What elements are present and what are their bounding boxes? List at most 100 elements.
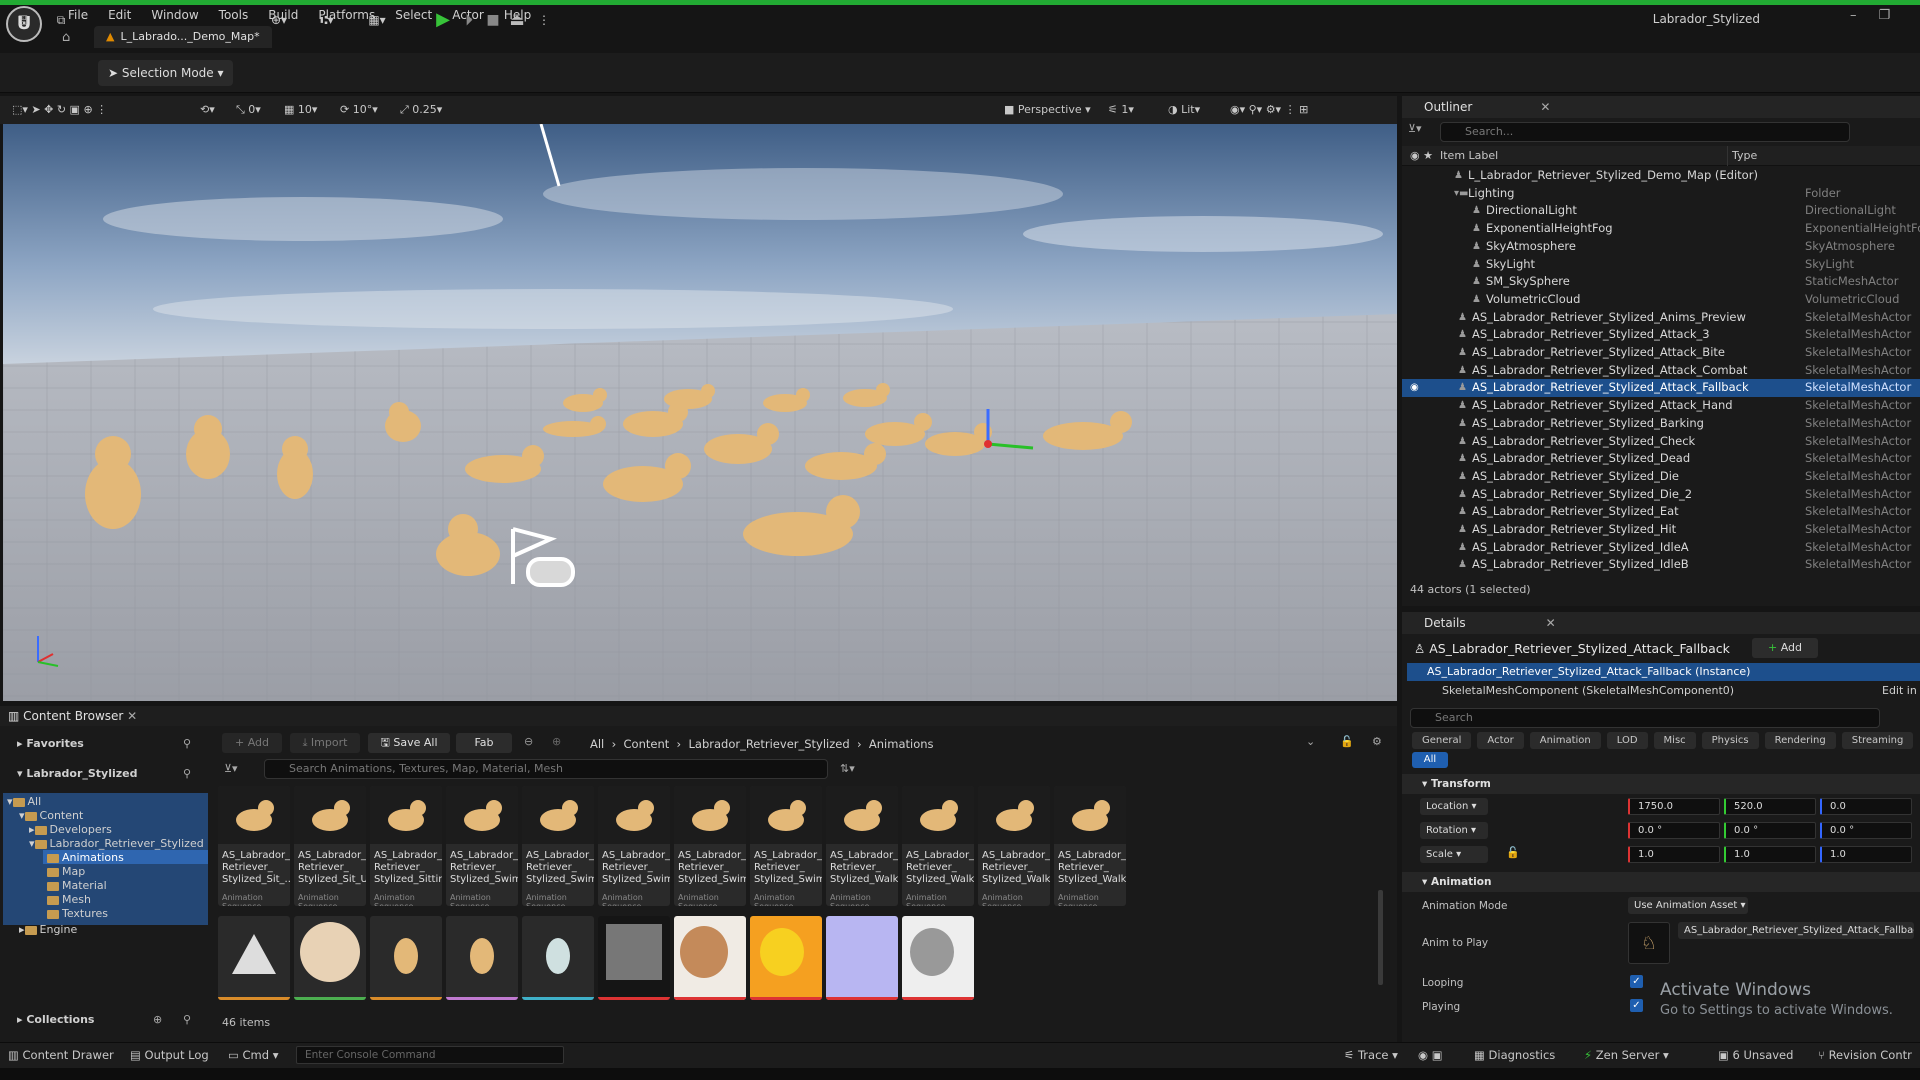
asset-tile[interactable] — [750, 916, 822, 1000]
tab-misc[interactable]: Misc — [1653, 732, 1696, 749]
anim-thumbnail[interactable]: ♘ — [1628, 922, 1670, 964]
tab-general[interactable]: General — [1412, 732, 1472, 749]
maximize-icon[interactable]: ❐ — [1879, 8, 1891, 23]
asset-tile[interactable]: AS_Labrador_Retriever_Stylized_Swim_...A… — [674, 786, 746, 906]
rotation-dropdown[interactable]: Rotation ▾ — [1420, 822, 1488, 839]
cmd-dropdown[interactable]: ▭ Cmd ▾ — [228, 1048, 279, 1062]
details-search-input[interactable]: Search — [1410, 708, 1880, 728]
level-viewport[interactable] — [3, 124, 1397, 701]
outliner-row[interactable]: ♟ ExponentialHeightFog ExponentialHeightFo… — [1402, 220, 1920, 238]
outliner-row[interactable]: ♟ AS_Labrador_Retriever_Stylized_Attack_3… — [1402, 326, 1920, 344]
search-icon[interactable]: ⚲ — [183, 737, 191, 750]
record-icons[interactable]: ◉ ▣ — [1418, 1048, 1443, 1062]
surface-snap-icon[interactable]: ⟲▾ — [200, 100, 215, 120]
tree-item-mesh[interactable]: Mesh — [47, 893, 91, 906]
location-x-field[interactable]: 1750.0 — [1628, 798, 1720, 815]
outliner-row[interactable]: ♟ AS_Labrador_Retriever_Stylized_Dead Skel… — [1402, 450, 1920, 468]
outliner-row[interactable]: ♟ SkyLight SkyLight — [1402, 256, 1920, 274]
breadcrumb-dropdown-icon[interactable]: ⌄ — [1306, 735, 1315, 748]
history-forward-icon[interactable]: ⊕ — [552, 735, 561, 748]
selection-mode-dropdown[interactable]: ➤ Selection Mode ▾ — [98, 60, 233, 86]
trace-dropdown[interactable]: ⚟ Trace ▾ — [1344, 1048, 1398, 1062]
asset-tile[interactable]: AS_Labrador_Retriever_Stylized_Sit_UP Ani… — [294, 786, 366, 906]
transform-section-header[interactable]: ▾ Transform — [1402, 774, 1920, 794]
outliner-row[interactable]: ♟ AS_Labrador_Retriever_Stylized_Die Skele… — [1402, 468, 1920, 486]
close-icon[interactable]: ✕ — [127, 709, 137, 723]
menu-window[interactable]: Window — [141, 8, 208, 22]
outliner-row[interactable]: ♟ ◉ AS_Labrador_Retriever_Stylized_Attack_… — [1402, 379, 1920, 398]
outliner-row[interactable]: ♟ SM_SkySphere StaticMeshActor — [1402, 273, 1920, 291]
outliner-row[interactable]: ♟ SkyAtmosphere SkyAtmosphere — [1402, 238, 1920, 256]
breadcrumb-labrador[interactable]: Labrador_Retriever_Stylized — [688, 737, 849, 751]
playing-checkbox[interactable]: ✓ — [1630, 999, 1643, 1012]
asset-tile[interactable]: AS_Labrador_Retriever_Stylized_Swim_...A… — [522, 786, 594, 906]
location-z-field[interactable]: 0.0 — [1820, 798, 1912, 815]
outliner-row[interactable]: ♟ VolumetricCloud VolumetricCloud — [1402, 291, 1920, 309]
minimize-icon[interactable]: – — [1850, 8, 1857, 23]
tab-streaming[interactable]: Streaming — [1841, 732, 1914, 749]
tree-item-labrador-retriever-stylized[interactable]: ▾ Labrador_Retriever_Stylized — [29, 837, 204, 850]
content-browser-tab[interactable]: ▥ Content Browser ✕ — [8, 709, 137, 723]
outliner-search-input[interactable]: Search... — [1440, 122, 1850, 142]
scale-y-field[interactable]: 1.0 — [1724, 846, 1816, 863]
asset-tile[interactable] — [294, 916, 366, 1000]
visibility-icon[interactable]: ◉ ★ — [1410, 146, 1433, 166]
component-tree-item[interactable]: SkeletalMeshComponent (SkeletalMeshCompo… — [1442, 682, 1734, 700]
lock-icon[interactable]: 🔓 — [1340, 735, 1354, 748]
tab-all[interactable]: All — [1412, 752, 1448, 768]
rotate-snap-toggle[interactable]: ⟳ 10°▾ — [340, 100, 378, 120]
grid-snap-toggle[interactable]: ▦ 10▾ — [284, 100, 317, 120]
asset-tile[interactable]: AS_Labrador_Retriever_Stylized_Walk_...A… — [1054, 786, 1126, 906]
tree-item-developers[interactable]: ▸ Developers — [29, 823, 112, 836]
asset-tile[interactable]: AS_Labrador_ Retriever_ Stylized_Sit_... An… — [218, 786, 290, 906]
content-drawer-button[interactable]: ▥ Content Drawer — [8, 1048, 114, 1062]
asset-tile[interactable] — [446, 916, 518, 1000]
tree-item-animations[interactable]: Animations — [47, 851, 124, 864]
cinematics-icon[interactable]: ▦▾ — [360, 7, 394, 33]
play-icon[interactable]: ▶ — [432, 7, 454, 33]
perspective-dropdown[interactable]: ■ Perspective ▾ — [1004, 100, 1091, 120]
component-tree-instance[interactable]: AS_Labrador_Retriever_Stylized_Attack_Fa… — [1407, 663, 1920, 681]
asset-tile[interactable]: AS_Labrador_Retriever_Stylized_Sitting An… — [370, 786, 442, 906]
rotation-x-field[interactable]: 0.0 ° — [1628, 822, 1720, 839]
tree-item-material[interactable]: Material — [47, 879, 107, 892]
outliner-row[interactable]: ♟ AS_Labrador_Retriever_Stylized_Die_2 Ske… — [1402, 486, 1920, 504]
rotation-y-field[interactable]: 0.0 ° — [1724, 822, 1816, 839]
zen-server-dropdown[interactable]: ⚡ Zen Server ▾ — [1584, 1048, 1669, 1062]
console-command-input[interactable]: Enter Console Command — [296, 1046, 564, 1064]
tab-lod[interactable]: LOD — [1606, 732, 1648, 749]
edit-in-link[interactable]: Edit in — [1882, 682, 1917, 700]
outliner-row[interactable]: ♟ AS_Labrador_Retriever_Stylized_Barking S… — [1402, 415, 1920, 433]
camera-speed-dropdown[interactable]: ⚟ 1▾ — [1108, 100, 1134, 120]
outliner-row[interactable]: ♟ AS_Labrador_Retriever_Stylized_Hit Skele… — [1402, 521, 1920, 539]
more-options-icon[interactable]: ⋮ — [538, 7, 550, 33]
location-dropdown[interactable]: Location ▾ — [1420, 798, 1488, 815]
asset-tile[interactable]: AS_Labrador_Retriever_Stylized_Walk_...A… — [978, 786, 1050, 906]
outliner-row[interactable]: ♟ AS_Labrador_Retriever_Stylized_Attack_C… — [1402, 362, 1920, 380]
asset-tile[interactable] — [902, 916, 974, 1000]
add-component-button[interactable]: + Add — [1752, 638, 1818, 658]
eject-icon[interactable]: ⏏ — [506, 7, 528, 33]
diagnostics-button[interactable]: ▦ Diagnostics — [1474, 1048, 1555, 1062]
filter-icon[interactable]: ⊻▾ — [1408, 122, 1422, 135]
looping-checkbox[interactable]: ✓ — [1630, 975, 1643, 988]
blueprint-icon[interactable]: ⑆▾ — [310, 7, 344, 33]
visibility-icon[interactable]: ◉ — [1410, 379, 1419, 397]
asset-scrollbar[interactable] — [1378, 890, 1383, 985]
favorites-header[interactable]: ▸ Favorites — [17, 737, 84, 750]
browse-icon[interactable]: ⧉ — [50, 7, 72, 33]
sort-icon[interactable]: ⇅▾ — [840, 762, 855, 775]
output-log-button[interactable]: ▤ Output Log — [130, 1048, 209, 1062]
save-all-button[interactable]: 🖫 Save All — [368, 733, 450, 753]
outliner-row[interactable]: ♟ AS_Labrador_Retriever_Stylized_Attack_H… — [1402, 397, 1920, 415]
col-type[interactable]: Type — [1732, 146, 1757, 166]
animation-mode-dropdown[interactable]: Use Animation Asset ▾ — [1628, 897, 1748, 914]
col-item-label[interactable]: Item Label — [1440, 146, 1498, 166]
tab-actor[interactable]: Actor — [1477, 732, 1524, 749]
asset-tile[interactable]: AS_Labrador_Retriever_Stylized_Walk_...A… — [902, 786, 974, 906]
stop-icon[interactable]: ■ — [482, 7, 504, 33]
asset-tile[interactable]: AS_Labrador_Retriever_Stylized_Swim_...A… — [750, 786, 822, 906]
breadcrumb-animations[interactable]: Animations — [869, 737, 934, 751]
asset-tile[interactable] — [674, 916, 746, 1000]
anim-to-play-dropdown[interactable]: AS_Labrador_Retriever_Stylized_Attack_Fa… — [1678, 922, 1914, 939]
